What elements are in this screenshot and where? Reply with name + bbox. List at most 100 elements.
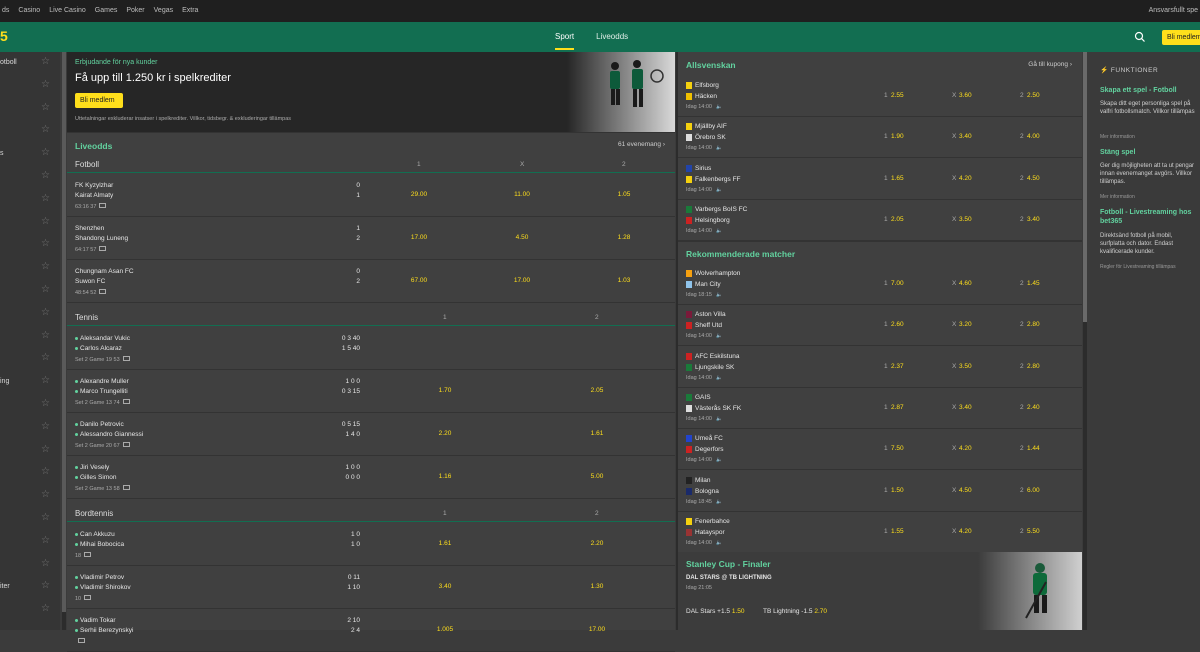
star-icon[interactable]: ☆ (41, 102, 50, 113)
odds-button[interactable]: 5.00 (567, 473, 627, 480)
sidebar-item[interactable]: ☆ (0, 531, 60, 553)
odds-button[interactable]: 3.50 (959, 363, 972, 370)
sidebar-scroll-thumb[interactable] (62, 52, 66, 612)
liveodds-title[interactable]: Liveodds (75, 141, 112, 151)
audio-icon[interactable]: 🔈 (716, 457, 722, 463)
sidebar-item[interactable]: iter ☆ (0, 576, 60, 598)
sport-group-header[interactable]: Fotboll 1 X 2 (67, 155, 675, 173)
sidebar-item[interactable]: ☆ (0, 417, 60, 439)
sidebar-item[interactable]: ☆ (0, 280, 60, 302)
odds-button[interactable]: 3.60 (959, 92, 972, 99)
stanley-line-2[interactable]: TB Lightning -1.5 2.70 (763, 608, 827, 615)
sidebar-item[interactable]: otboll ☆ (0, 52, 60, 74)
sidebar-item[interactable]: ☆ (0, 212, 60, 234)
odds-button[interactable]: 6.00 (1027, 487, 1040, 494)
odds-button[interactable]: 1.90 (891, 133, 904, 140)
odds-button[interactable]: 1.30 (567, 583, 627, 590)
odds-button[interactable]: 2.80 (1027, 363, 1040, 370)
stream-icon[interactable] (122, 356, 130, 361)
odds-button[interactable]: 2.87 (891, 404, 904, 411)
feature-more-bet-builder[interactable]: Mer information (1100, 134, 1135, 140)
star-icon[interactable]: ☆ (41, 489, 50, 500)
star-icon[interactable]: ☆ (41, 398, 50, 409)
top-link-extra[interactable]: Extra (182, 7, 198, 14)
sidebar-item[interactable]: ☆ (0, 599, 60, 621)
audio-icon[interactable]: 🔈 (716, 145, 722, 151)
live-event-row[interactable]: Can Akkuzu Mihai Bobocica 1 0 1 0 18 1.61 2.20 (67, 524, 675, 566)
audio-icon[interactable]: 🔈 (716, 416, 722, 422)
odds-button[interactable]: 2.20 (415, 430, 475, 437)
star-icon[interactable]: ☆ (41, 444, 50, 455)
odds-button[interactable]: 1.28 (594, 234, 654, 241)
sport-group-header[interactable]: Tennis 1 2 (67, 308, 675, 326)
match-row[interactable]: AFC Eskilstuna Ljungskile SK Idag 14:00 🔈 1 2… (678, 347, 1082, 388)
live-event-row[interactable]: Aleksandar Vukic Carlos Alcaraz 0 3 40 1 5 … (67, 328, 675, 370)
stream-icon[interactable] (99, 289, 107, 294)
sidebar-item[interactable]: ☆ (0, 508, 60, 530)
match-row[interactable]: Sirius Falkenbergs FF Idag 14:00 🔈 1 1.65 X 4.2… (678, 159, 1082, 200)
nav-sport[interactable]: Sport (555, 32, 575, 50)
stream-icon[interactable] (99, 246, 107, 251)
liveodds-count-link[interactable]: 61 evenemang › (618, 141, 665, 148)
search-icon[interactable] (1134, 30, 1146, 42)
odds-button[interactable]: 4.50 (1027, 175, 1040, 182)
odds-button[interactable]: 1.70 (415, 387, 475, 394)
audio-icon[interactable]: 🔈 (716, 540, 722, 546)
star-icon[interactable]: ☆ (41, 580, 50, 591)
stream-icon[interactable] (122, 399, 130, 404)
live-event-row[interactable]: Danilo Petrovic Alessandro Giannessi 0 5 1… (67, 414, 675, 456)
star-icon[interactable]: ☆ (41, 261, 50, 272)
top-link-poker[interactable]: Poker (126, 7, 144, 14)
promo-join-button[interactable]: Bli medlem (75, 93, 123, 108)
star-icon[interactable]: ☆ (41, 56, 50, 67)
feature-title-bet-builder[interactable]: Skapa ett spel - Fotboll (1100, 86, 1198, 95)
nav-liveodds[interactable]: Liveodds (596, 32, 628, 50)
audio-icon[interactable]: 🔈 (716, 104, 722, 110)
star-icon[interactable]: ☆ (41, 307, 50, 318)
odds-button[interactable]: 2.05 (567, 387, 627, 394)
odds-button[interactable]: 4.50 (959, 487, 972, 494)
sport-group-header[interactable]: Bordtennis 1 2 (67, 504, 675, 522)
star-icon[interactable]: ☆ (41, 284, 50, 295)
sidebar-item[interactable]: ☆ (0, 303, 60, 325)
match-row[interactable]: Milan Bologna Idag 18:45 🔈 1 1.50 X 4.50 2 6.00 (678, 471, 1082, 512)
star-icon[interactable]: ☆ (41, 535, 50, 546)
star-icon[interactable]: ☆ (41, 512, 50, 523)
stream-icon[interactable] (84, 595, 92, 600)
stanley-line-1[interactable]: DAL Stars +1.5 1.50 (686, 608, 745, 615)
top-link-casino[interactable]: Casino (18, 7, 40, 14)
sidebar-item[interactable]: ☆ (0, 234, 60, 256)
match-row[interactable]: Wolverhampton Man City Idag 18:15 🔈 1 7.00 X 4.… (678, 264, 1082, 305)
odds-button[interactable]: 4.20 (959, 175, 972, 182)
live-event-row[interactable]: Vadim Tokar Serhii Berezynskyi 2 10 2 4 1.00… (67, 610, 675, 652)
odds-button[interactable]: 3.40 (1027, 216, 1040, 223)
top-link-live-casino[interactable]: Live Casino (49, 7, 86, 14)
audio-icon[interactable]: 🔈 (716, 375, 722, 381)
feature-title-cash-out[interactable]: Stäng spel (1100, 148, 1198, 157)
star-icon[interactable]: ☆ (41, 193, 50, 204)
stream-icon[interactable] (78, 638, 85, 643)
allsvenskan-title[interactable]: Allsvenskan (686, 60, 736, 70)
match-row[interactable]: Umeå FC Degerfors Idag 14:00 🔈 1 7.50 X 4.20 2 1.… (678, 429, 1082, 471)
feature-more-cash-out[interactable]: Mer information (1100, 194, 1135, 200)
odds-button[interactable]: 2.40 (1027, 404, 1040, 411)
live-event-row[interactable]: Vladimir Petrov Vladimir Shirokov 0 11 1 10… (67, 567, 675, 609)
live-event-row[interactable]: Shenzhen Shandong Luneng 1 2 64:17 57 17.00 4.… (67, 218, 675, 260)
odds-button[interactable]: 11.00 (492, 191, 552, 198)
odds-button[interactable]: 2.37 (891, 363, 904, 370)
feature-title-livestream[interactable]: Fotboll - Livestreaming hos bet365 (1100, 208, 1198, 226)
match-row[interactable]: GAIS Västerås SK FK Idag 14:00 🔈 1 2.87 X 3.40 2… (678, 388, 1082, 429)
audio-icon[interactable]: 🔈 (716, 499, 722, 505)
match-row[interactable]: Mjällby AIF Örebro SK Idag 14:00 🔈 1 1.90 X 3.4… (678, 117, 1082, 159)
sidebar-item[interactable]: ☆ (0, 554, 60, 576)
odds-button[interactable]: 2.60 (891, 321, 904, 328)
odds-button[interactable]: 1.65 (891, 175, 904, 182)
right-scroll-thumb[interactable] (1083, 52, 1087, 322)
right-scrollbar[interactable] (1083, 52, 1087, 630)
odds-button[interactable]: 4.20 (959, 445, 972, 452)
odds-button[interactable]: 4.20 (959, 528, 972, 535)
star-icon[interactable]: ☆ (41, 330, 50, 341)
odds-button[interactable]: 7.50 (891, 445, 904, 452)
top-link-vegas[interactable]: Vegas (154, 7, 173, 14)
stream-icon[interactable] (122, 485, 130, 490)
